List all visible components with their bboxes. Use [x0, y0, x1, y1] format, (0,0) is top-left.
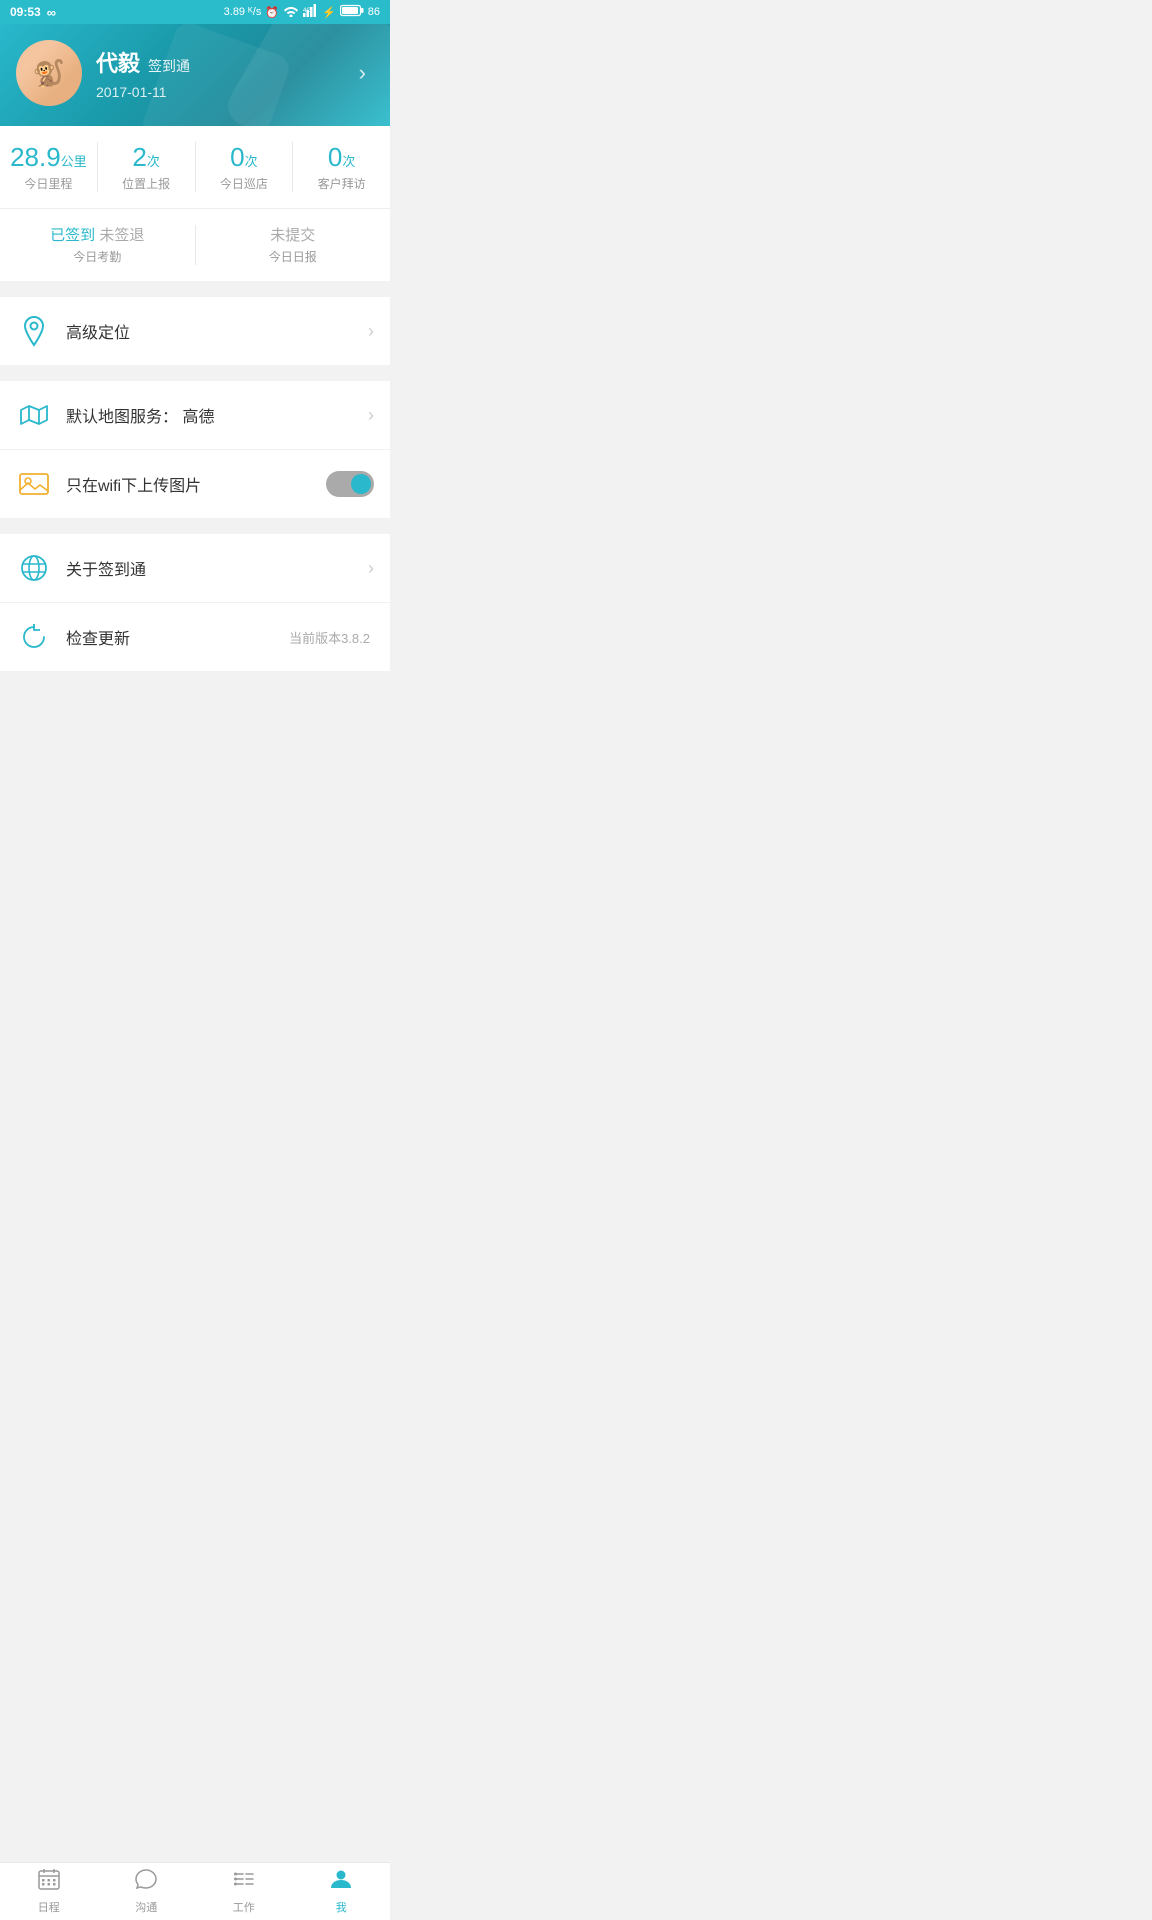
stats-section: 28.9公里 今日里程 2次 位置上报 0次 今日巡店 0次 客户拜访: [0, 126, 390, 209]
menu-item-map[interactable]: 默认地图服务： 高德 ›: [0, 381, 390, 450]
stat-visit: 0次 客户拜访: [293, 142, 390, 192]
stat-visit-label: 客户拜访: [293, 175, 390, 192]
status-not-signed-out: 未签退: [99, 227, 144, 244]
avatar-image: 🐒: [16, 40, 82, 106]
divider-1: [0, 289, 390, 297]
infinity-icon: ∞: [47, 5, 56, 20]
attendance-label: 今日考勤: [0, 248, 195, 265]
toggle-track: [326, 471, 374, 497]
stat-location: 2次 位置上报: [98, 142, 196, 192]
bottom-nav: 日程 沟通 工作: [0, 1862, 390, 1920]
profile-left: 🐒 代毅 签到通 2017-01-11: [16, 40, 190, 106]
nav-schedule-label: 日程: [38, 1899, 60, 1915]
person-icon: [330, 1868, 352, 1896]
menu-section-3: 关于签到通 › 检查更新 当前版本3.8.2: [0, 534, 390, 671]
status-left: 09:53 ∞: [10, 5, 56, 20]
work-icon: [233, 1868, 255, 1896]
menu-about-text: 关于签到通: [66, 556, 368, 580]
status-bar: 09:53 ∞ 3.89 ᴷ/s ⏰ 4G ⚡: [0, 0, 390, 24]
nav-me-label: 我: [336, 1899, 347, 1915]
nav-item-schedule[interactable]: 日程: [0, 1863, 98, 1920]
divider-2: [0, 373, 390, 381]
nav-chat-label: 沟通: [135, 1899, 157, 1915]
version-text: 当前版本3.8.2: [289, 628, 370, 647]
menu-map-arrow: ›: [368, 405, 374, 426]
attendance-status: 已签到 未签退: [0, 225, 195, 246]
user-tag: 签到通: [148, 56, 190, 76]
menu-location-arrow: ›: [368, 321, 374, 342]
nav-item-chat[interactable]: 沟通: [98, 1863, 196, 1920]
stat-patrol-number: 0次: [196, 142, 293, 173]
wifi-toggle[interactable]: [326, 471, 374, 497]
status-right: 3.89 ᴷ/s ⏰ 4G ⚡ 86: [224, 4, 380, 20]
svg-text:4G: 4G: [303, 8, 311, 14]
map-icon: [16, 397, 52, 433]
battery-icon: [340, 4, 364, 20]
stat-mileage: 28.9公里 今日里程: [0, 142, 98, 192]
menu-section-1: 高级定位 ›: [0, 297, 390, 365]
stat-visit-number: 0次: [293, 142, 390, 173]
menu-wifi-text: 只在wifi下上传图片: [66, 472, 326, 496]
wifi-icon: [283, 4, 299, 20]
toggle-thumb: [351, 474, 371, 494]
menu-item-about[interactable]: 关于签到通 ›: [0, 534, 390, 603]
stat-patrol: 0次 今日巡店: [196, 142, 294, 192]
chat-icon: [135, 1868, 157, 1896]
refresh-icon: [16, 619, 52, 655]
attendance-section: 已签到 未签退 今日考勤 未提交 今日日报: [0, 209, 390, 281]
nav-item-me[interactable]: 我: [293, 1863, 391, 1920]
stat-mileage-label: 今日里程: [0, 175, 97, 192]
daily-report: 未提交 今日日报: [196, 225, 391, 265]
stat-location-number: 2次: [98, 142, 195, 173]
stat-patrol-label: 今日巡店: [196, 175, 293, 192]
calendar-icon: [38, 1868, 60, 1896]
profile-header[interactable]: 🐒 代毅 签到通 2017-01-11 ›: [0, 24, 390, 126]
user-info: 代毅 签到通 2017-01-11: [96, 46, 190, 100]
avatar: 🐒: [16, 40, 82, 106]
divider-3: [0, 526, 390, 534]
menu-item-update[interactable]: 检查更新 当前版本3.8.2: [0, 603, 390, 671]
menu-location-text: 高级定位: [66, 319, 368, 343]
menu-map-text: 默认地图服务： 高德: [66, 403, 368, 427]
nav-work-label: 工作: [233, 1899, 255, 1915]
battery-level: 86: [368, 6, 380, 18]
daily-report-status: 未提交: [196, 225, 391, 246]
profile-arrow[interactable]: ›: [351, 52, 374, 94]
lightning-icon: ⚡: [322, 6, 336, 19]
status-time: 09:53: [10, 5, 41, 19]
signal-icon: 4G: [303, 4, 318, 20]
globe-icon: [16, 550, 52, 586]
menu-item-wifi-upload[interactable]: 只在wifi下上传图片: [0, 450, 390, 518]
user-name: 代毅: [96, 46, 140, 78]
menu-about-arrow: ›: [368, 558, 374, 579]
stat-location-label: 位置上报: [98, 175, 195, 192]
location-icon: [16, 313, 52, 349]
status-signed: 已签到: [50, 227, 95, 244]
menu-update-text: 检查更新: [66, 625, 289, 649]
stat-mileage-number: 28.9公里: [0, 142, 97, 173]
nav-item-work[interactable]: 工作: [195, 1863, 293, 1920]
menu-section-2: 默认地图服务： 高德 › 只在wifi下上传图片: [0, 381, 390, 518]
image-icon: [16, 466, 52, 502]
network-speed: 3.89 ᴷ/s: [224, 6, 262, 18]
daily-report-label: 今日日报: [196, 248, 391, 265]
attendance-today: 已签到 未签退 今日考勤: [0, 225, 196, 265]
menu-item-location[interactable]: 高级定位 ›: [0, 297, 390, 365]
clock-icon: ⏰: [265, 6, 279, 19]
user-date: 2017-01-11: [96, 84, 190, 100]
